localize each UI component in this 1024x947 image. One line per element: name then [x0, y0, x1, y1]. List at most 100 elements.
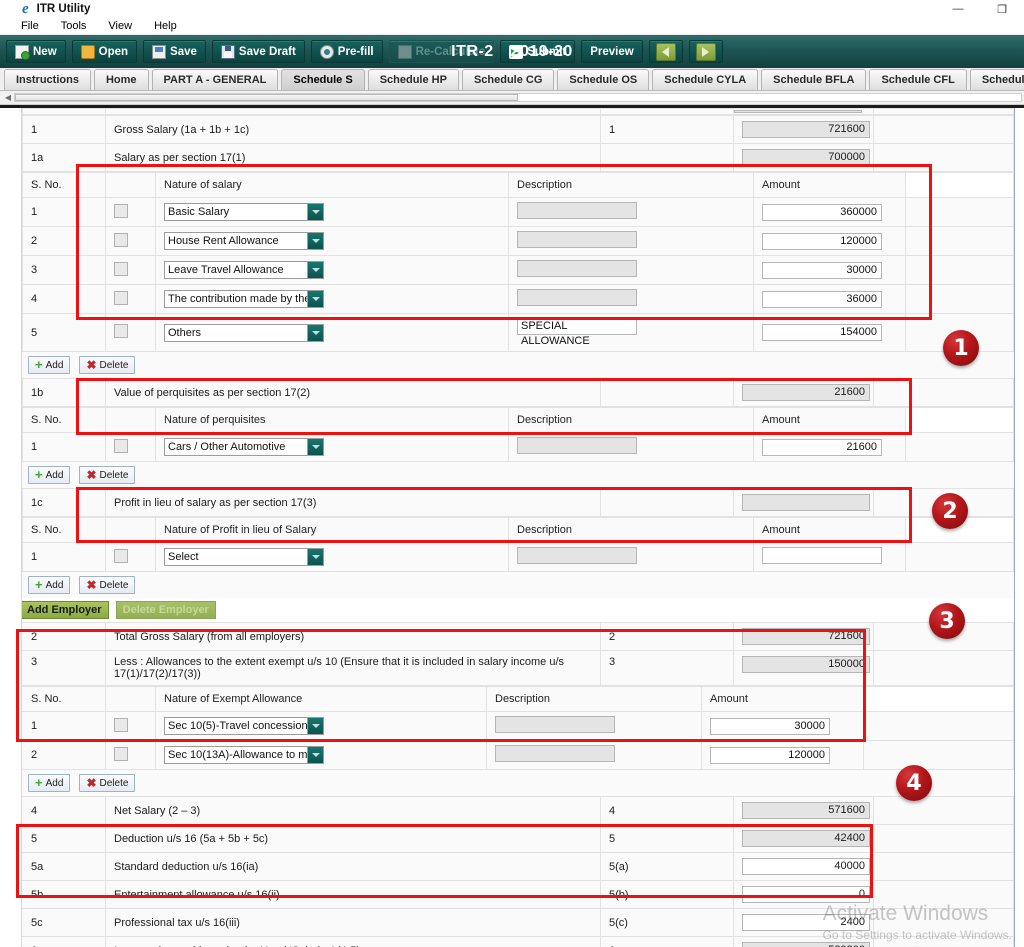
- chevron-down-icon[interactable]: [307, 233, 323, 249]
- amount-input[interactable]: 360000: [762, 203, 882, 221]
- chevron-down-icon[interactable]: [307, 549, 323, 565]
- salary-row4-desc-cell[interactable]: [508, 284, 754, 314]
- chevron-down-icon[interactable]: [307, 324, 323, 341]
- row-checkbox[interactable]: [114, 438, 128, 453]
- exempt-row1-amount-cell[interactable]: 30000: [701, 711, 864, 741]
- tab-schedule-s[interactable]: Schedule S: [281, 69, 365, 90]
- profit-row1-amount-cell[interactable]: [753, 542, 906, 572]
- horizontal-scrollbar-top[interactable]: ◀: [0, 91, 1024, 105]
- nature-of-exempt-allowance-dropdown[interactable]: Sec 10(5)-Travel concession/a: [164, 717, 324, 735]
- perq-row1-amount-cell[interactable]: 21600: [753, 432, 906, 462]
- perq-row1-desc-cell[interactable]: [508, 432, 754, 462]
- description-input[interactable]: [495, 745, 615, 762]
- exempt-row2-amount-cell[interactable]: 120000: [701, 740, 864, 770]
- chevron-down-icon[interactable]: [307, 204, 323, 220]
- salary-row1-check-cell[interactable]: [105, 197, 156, 227]
- menu-file[interactable]: File: [10, 20, 50, 32]
- row5b-amount-cell[interactable]: 0: [733, 880, 874, 909]
- amount-input[interactable]: 21600: [762, 438, 882, 456]
- chevron-down-icon[interactable]: [307, 439, 323, 455]
- amount-input[interactable]: 30000: [762, 261, 882, 279]
- amount-input[interactable]: 36000: [762, 290, 882, 308]
- preview-button[interactable]: Preview: [581, 40, 643, 63]
- tab-home[interactable]: Home: [93, 69, 149, 90]
- row-checkbox[interactable]: [114, 232, 128, 247]
- salary-row2-desc-cell[interactable]: [508, 226, 754, 256]
- row5a-amount-cell[interactable]: 40000: [733, 852, 874, 881]
- tab-schedule-os[interactable]: Schedule OS: [557, 69, 650, 90]
- description-input[interactable]: [517, 547, 637, 564]
- menu-tools[interactable]: Tools: [50, 20, 98, 32]
- salary-row4-check-cell[interactable]: [105, 284, 156, 314]
- description-input[interactable]: [517, 231, 637, 248]
- salary-row3-nature-cell[interactable]: Leave Travel Allowance: [155, 255, 509, 285]
- chevron-down-icon[interactable]: [307, 262, 323, 278]
- description-input[interactable]: SPECIAL ALLOWANCE: [517, 318, 637, 347]
- salary-row4-amount-cell[interactable]: 36000: [753, 284, 906, 314]
- salary-row5-check-cell[interactable]: [105, 313, 156, 352]
- nature-of-salary-dropdown[interactable]: Others: [164, 323, 324, 342]
- add-employer-button[interactable]: Add Employer: [22, 601, 109, 619]
- nature-of-perquisites-dropdown[interactable]: Cars / Other Automotive: [164, 438, 324, 456]
- row-checkbox[interactable]: [114, 548, 128, 563]
- salary-row3-check-cell[interactable]: [105, 255, 156, 285]
- salary-row1-desc-cell[interactable]: [508, 197, 754, 227]
- tab-schedule-cyla[interactable]: Schedule CYLA: [652, 69, 759, 90]
- delete-salary-row-button[interactable]: ✖ Delete: [79, 356, 136, 374]
- nature-of-salary-dropdown[interactable]: Basic Salary: [164, 203, 324, 221]
- perq-row1-nature-cell[interactable]: Cars / Other Automotive: [155, 432, 509, 462]
- description-input[interactable]: [495, 716, 615, 733]
- row5c-amount-input[interactable]: 2400: [742, 914, 870, 931]
- profit-row1-desc-cell[interactable]: [508, 542, 754, 572]
- prev-page-button[interactable]: [648, 40, 683, 63]
- tab-part-a-general[interactable]: PART A - GENERAL: [151, 69, 279, 90]
- salary-row5-nature-cell[interactable]: Others: [155, 313, 509, 352]
- salary-row3-desc-cell[interactable]: [508, 255, 754, 285]
- tab-schedule-bfla[interactable]: Schedule BFLA: [761, 69, 867, 90]
- maximize-button[interactable]: ❐: [980, 0, 1024, 18]
- amount-input[interactable]: [762, 547, 882, 564]
- delete-perquisite-row-button[interactable]: ✖ Delete: [79, 466, 136, 484]
- amount-input[interactable]: 154000: [762, 324, 882, 341]
- tab-instructions[interactable]: Instructions: [4, 69, 91, 90]
- salary-row2-check-cell[interactable]: [105, 226, 156, 256]
- nature-of-exempt-allowance-dropdown[interactable]: Sec 10(13A)-Allowance to me: [164, 746, 324, 764]
- exempt-row1-desc-cell[interactable]: [486, 711, 702, 741]
- prefill-button[interactable]: Pre-fill: [310, 40, 383, 63]
- delete-profit-row-button[interactable]: ✖ Delete: [79, 576, 136, 594]
- exempt-row1-nature-cell[interactable]: Sec 10(5)-Travel concession/a: [155, 711, 487, 741]
- row-checkbox[interactable]: [114, 261, 128, 276]
- salary-row5-amount-cell[interactable]: 154000: [753, 313, 906, 352]
- submit-button[interactable]: Submit: [500, 40, 576, 63]
- save-draft-button[interactable]: Save Draft: [211, 40, 305, 63]
- tab-schedule-cg[interactable]: Schedule CG: [461, 69, 555, 90]
- amount-input[interactable]: 120000: [762, 232, 882, 250]
- scrollbar-track[interactable]: [14, 93, 1022, 102]
- salary-row1-amount-cell[interactable]: 360000: [753, 197, 906, 227]
- tab-schedule-cfl[interactable]: Schedule CFL: [869, 69, 967, 90]
- open-button[interactable]: Open: [71, 40, 138, 63]
- minimize-button[interactable]: —: [936, 0, 980, 18]
- tab-schedule-vi-a[interactable]: Schedule VI-A: [969, 69, 1024, 90]
- delete-exempt-row-button[interactable]: ✖ Delete: [79, 774, 136, 792]
- nature-of-salary-dropdown[interactable]: The contribution made by the: [164, 290, 324, 308]
- salary-row2-nature-cell[interactable]: House Rent Allowance: [155, 226, 509, 256]
- exempt-row1-check-cell[interactable]: [105, 711, 156, 741]
- exempt-row2-check-cell[interactable]: [105, 740, 156, 770]
- profit-row1-nature-cell[interactable]: Select: [155, 542, 509, 572]
- amount-input[interactable]: 120000: [710, 746, 830, 764]
- description-input[interactable]: [517, 202, 637, 219]
- scrollbar-thumb[interactable]: [15, 94, 518, 101]
- nature-of-profit-dropdown[interactable]: Select: [164, 548, 324, 566]
- menu-help[interactable]: Help: [143, 20, 188, 32]
- tab-schedule-hp[interactable]: Schedule HP: [367, 69, 459, 90]
- row-checkbox[interactable]: [114, 746, 128, 761]
- exempt-row2-desc-cell[interactable]: [486, 740, 702, 770]
- row5c-amount-cell[interactable]: 2400: [733, 908, 874, 937]
- chevron-down-icon[interactable]: [307, 747, 323, 763]
- row-checkbox[interactable]: [114, 324, 128, 338]
- chevron-down-icon[interactable]: [307, 718, 323, 734]
- amount-input[interactable]: 30000: [710, 717, 830, 735]
- salary-row1-nature-cell[interactable]: Basic Salary: [155, 197, 509, 227]
- row-checkbox[interactable]: [114, 290, 128, 305]
